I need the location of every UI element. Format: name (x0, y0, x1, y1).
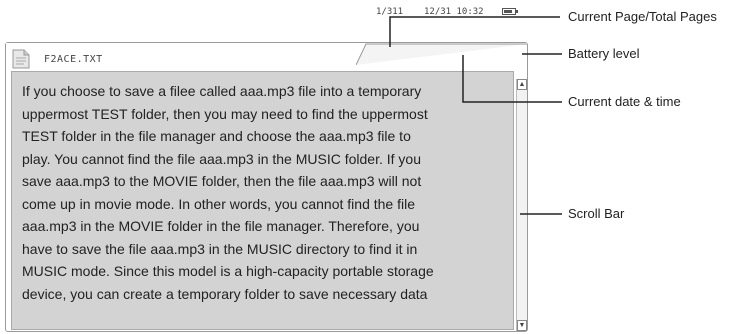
callout-scrollbar-label: Scroll Bar (568, 206, 625, 221)
screenshot-diagram: F2ACE.TXT If you choose to save a filee … (0, 0, 750, 334)
callout-datetime-label: Current date & time (568, 94, 681, 109)
callout-battery-label: Battery level (568, 46, 640, 61)
callout-page-label: Current Page/Total Pages (568, 9, 717, 24)
